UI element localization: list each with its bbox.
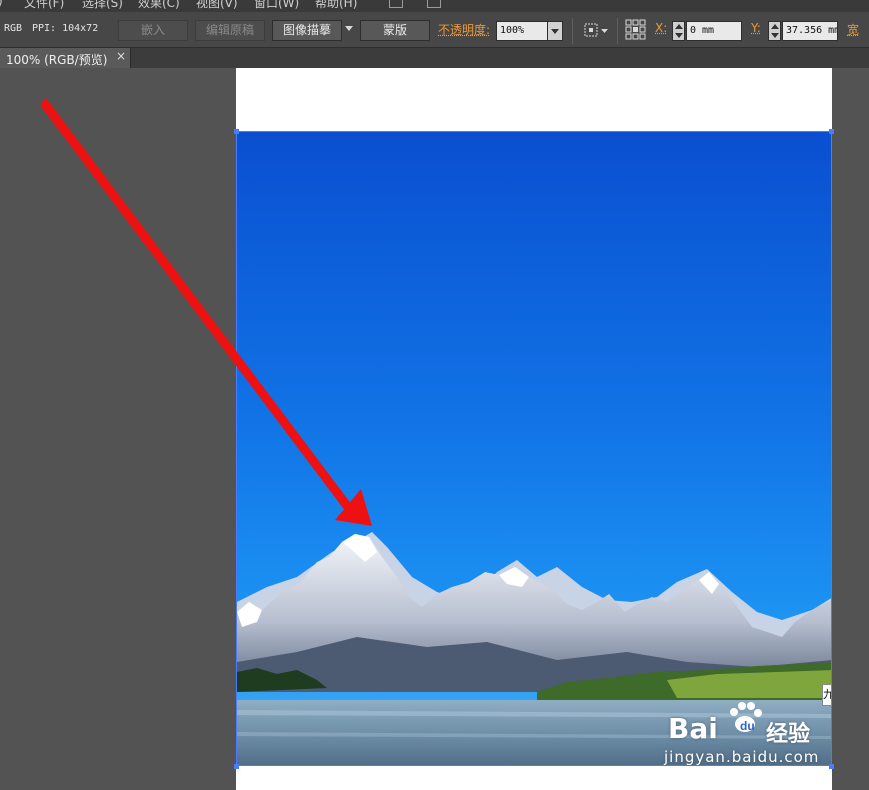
watermark-brand: Bai (668, 712, 718, 745)
y-label[interactable]: Y: (751, 21, 761, 35)
menu-item-file[interactable]: 文件(F) (24, 0, 64, 11)
selection-handle[interactable] (234, 764, 239, 769)
selection-handle[interactable] (829, 764, 834, 769)
watermark-url: jingyan.baidu.com (664, 748, 820, 766)
selection-handle[interactable] (829, 129, 834, 134)
close-icon[interactable]: × (116, 49, 126, 63)
menu-item-view[interactable]: 视图(V) (196, 0, 238, 11)
illustrator-window: ) 文件(F) 选择(S) 效果(C) 视图(V) 窗口(W) 帮助(H) RG… (0, 0, 869, 790)
mask-button[interactable]: 蒙版 (360, 20, 430, 41)
image-trace-dropdown-icon[interactable] (345, 26, 353, 31)
width-label[interactable]: 宽 (847, 21, 859, 38)
color-mode-label: RGB (4, 23, 23, 34)
separator (572, 18, 573, 44)
svg-text:du: du (740, 719, 755, 733)
y-field[interactable]: 37.356 mm (782, 21, 838, 41)
menu-item-window[interactable]: 窗口(W) (254, 0, 299, 11)
x-spinner[interactable] (672, 21, 685, 41)
watermark-suffix: 经验 (766, 722, 811, 747)
menu-item-partial[interactable]: ) (0, 0, 3, 8)
paw-logo-icon: du (730, 702, 762, 733)
y-spinner[interactable] (768, 21, 781, 41)
menu-item-select[interactable]: 选择(S) (82, 0, 123, 11)
mountain-lake-photo (237, 132, 831, 765)
ppi-label: PPI: 104x72 (32, 23, 99, 34)
image-trace-button[interactable]: 图像描摹 (272, 20, 342, 41)
opacity-dropdown-icon[interactable] (547, 21, 563, 41)
bridge-icon[interactable] (389, 0, 403, 8)
arrange-documents-icon[interactable] (427, 0, 441, 8)
menu-bar: ) 文件(F) 选择(S) 效果(C) 视图(V) 窗口(W) 帮助(H) (0, 0, 869, 12)
document-tab-title: 100% (RGB/预览) (6, 53, 108, 67)
opacity-field[interactable]: 100% (496, 21, 548, 41)
edit-original-button[interactable]: 编辑原稿 (195, 20, 265, 41)
edge-tooltip: 九 (822, 684, 832, 706)
separator (617, 18, 618, 44)
document-tab-bar: 100% (RGB/预览) × (0, 48, 869, 68)
control-bar: RGB PPI: 104x72 嵌入 编辑原稿 图像描摹 蒙版 不透明度: 10… (0, 12, 869, 48)
menu-item-effect[interactable]: 效果(C) (138, 0, 180, 11)
opacity-label[interactable]: 不透明度: (438, 21, 490, 38)
x-field[interactable]: 0 mm (686, 21, 742, 41)
menu-item-help[interactable]: 帮助(H) (315, 0, 357, 11)
embed-button[interactable]: 嵌入 (118, 20, 188, 41)
transform-align-icon[interactable] (583, 22, 611, 40)
x-label[interactable]: X: (655, 21, 667, 35)
reference-point-icon[interactable] (625, 19, 647, 41)
selection-handle[interactable] (234, 129, 239, 134)
document-tab[interactable]: 100% (RGB/预览) × (0, 48, 131, 68)
placed-image[interactable] (236, 131, 832, 766)
